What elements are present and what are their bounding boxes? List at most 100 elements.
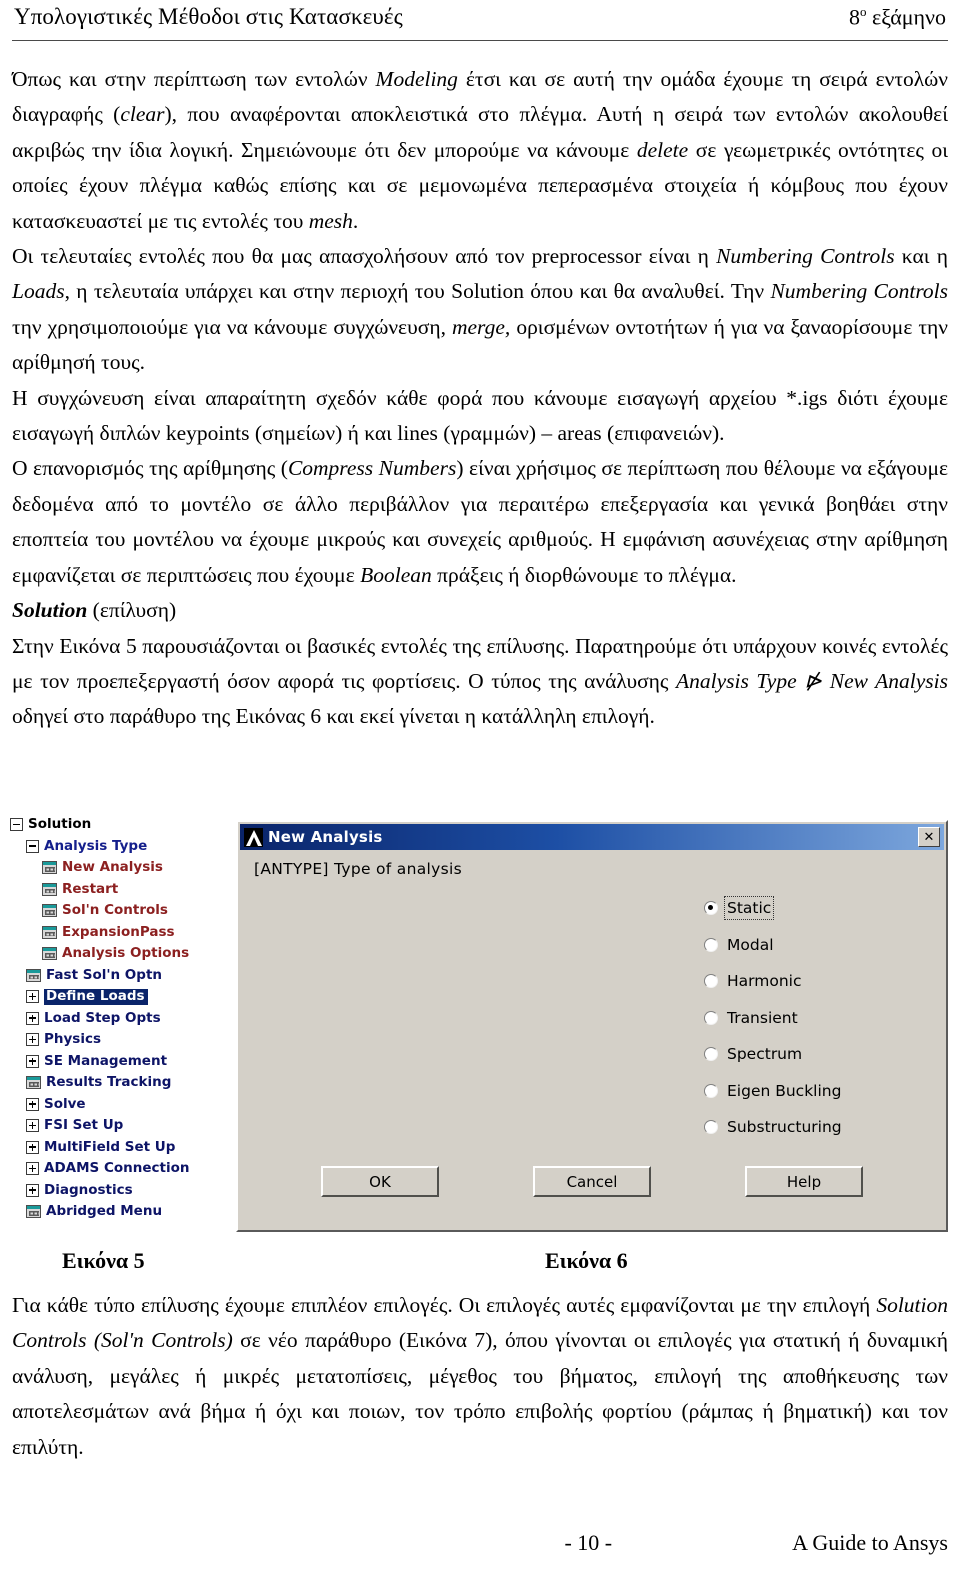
help-button[interactable]: Help <box>745 1166 863 1197</box>
dialog-title: New Analysis <box>268 828 383 846</box>
p4-term-boolean: Boolean <box>360 562 432 587</box>
expand-plus-icon[interactable] <box>26 1011 39 1025</box>
expand-plus-icon[interactable] <box>26 990 39 1004</box>
tree-item-label: Load Step Opts <box>44 1009 161 1026</box>
radio-label: Static <box>723 896 775 921</box>
expand-plus-icon[interactable] <box>26 1140 39 1154</box>
tree-item-label: ExpansionPass <box>62 923 175 940</box>
tree-item-fsi-set-up[interactable]: FSI Set Up <box>4 1115 229 1137</box>
tree-item-label: Solution <box>28 816 92 832</box>
tree-item-load-step-opts[interactable]: Load Step Opts <box>4 1008 229 1030</box>
tree-item-label: Fast Sol'n Optn <box>46 966 163 983</box>
collapse-minus-icon[interactable] <box>10 818 23 832</box>
header-semester-number: 8 <box>848 4 860 30</box>
figure-captions: Εικόνα 5 Εικόνα 6 <box>0 1248 960 1284</box>
p1-term-delete: delete <box>636 137 689 162</box>
tree-item-analysis-type[interactable]: Analysis Type <box>4 836 229 858</box>
menu-grid-icon <box>42 882 57 896</box>
tree-item-label: New Analysis <box>62 859 163 875</box>
radio-option-transient[interactable]: Transient <box>704 1000 934 1037</box>
radio-option-harmonic[interactable]: Harmonic <box>704 963 934 1000</box>
p1-seg-e: . <box>352 208 359 233</box>
footer-guide-title: A Guide to Ansys <box>792 1530 948 1555</box>
paragraph-6: Στην Εικόνα 5 παρουσιάζονται οι βασικές … <box>12 629 948 735</box>
menu-grid-icon <box>42 947 57 961</box>
radio-indicator[interactable] <box>704 1083 718 1098</box>
p2-seg-c: , η τελευταία υπάρχει και στην περιοχή τ… <box>64 279 771 304</box>
tree-item-new-analysis[interactable]: New Analysis <box>4 857 229 879</box>
heading-solution-gloss: (επίλυση) <box>87 598 177 623</box>
p1-seg-a: Όπως και στην περίπτωση των εντολών <box>12 67 376 91</box>
radio-label: Eigen Buckling <box>727 1081 842 1100</box>
radio-indicator[interactable] <box>704 901 718 916</box>
tree-item-restart[interactable]: Restart <box>4 879 229 901</box>
menu-grid-icon <box>26 968 41 982</box>
ok-button[interactable]: OK <box>321 1166 439 1197</box>
radio-indicator[interactable] <box>704 1047 718 1062</box>
p2-seg-b: και η <box>894 244 948 269</box>
radio-indicator[interactable] <box>704 974 718 989</box>
radio-label: Modal <box>727 935 774 954</box>
tree-item-label: Analysis Type <box>44 837 148 854</box>
expand-plus-icon[interactable] <box>26 1162 39 1176</box>
tree-item-adams-connection[interactable]: ADAMS Connection <box>4 1158 229 1180</box>
p4-seg-c: πράξεις ή διορθώνουμε το πλέγμα. <box>431 562 737 587</box>
tree-item-physics[interactable]: Physics <box>4 1029 229 1051</box>
paragraph-1: Όπως και στην περίπτωση των εντολών Mode… <box>12 62 948 239</box>
tree-item-label: Define Loads <box>44 988 148 1005</box>
tree-item-fast-soln-optn[interactable]: Fast Sol'n Optn <box>4 965 229 987</box>
heading-solution-term: Solution <box>12 598 88 623</box>
tree-item-analysis-options[interactable]: Analysis Options <box>4 943 229 965</box>
caption-figure-6: Εικόνα 6 <box>545 1248 628 1273</box>
tree-item-abridged-menu[interactable]: Abridged Menu <box>4 1201 229 1223</box>
expand-plus-icon[interactable] <box>26 1119 39 1133</box>
dialog-button-row: OK Cancel Help <box>238 1166 946 1197</box>
header-semester-word: εξάμηνο <box>866 4 946 30</box>
expand-plus-icon[interactable] <box>26 1183 39 1197</box>
cancel-button[interactable]: Cancel <box>533 1166 651 1197</box>
page-header: Υπολογιστικές Μέθοδοι στις Κατασκευές 8ο… <box>0 0 960 48</box>
p2-term-numbering-controls: Numbering Controls <box>716 244 895 269</box>
close-icon[interactable]: ✕ <box>918 827 940 847</box>
p4-term-compress-numbers: Compress Numbers <box>287 456 457 481</box>
tree-item-label: Diagnostics <box>44 1181 133 1198</box>
tree-item-multifield-set-up[interactable]: MultiField Set Up <box>4 1137 229 1159</box>
radio-option-spectrum[interactable]: Spectrum <box>704 1036 934 1073</box>
tree-item-solve[interactable]: Solve <box>4 1094 229 1116</box>
radio-option-substructuring[interactable]: Substructuring <box>704 1109 934 1146</box>
tree-item-soln-controls[interactable]: Sol'n Controls <box>4 900 229 922</box>
radio-option-eigen-buckling[interactable]: Eigen Buckling <box>704 1073 934 1110</box>
document-body-upper: Όπως και στην περίπτωση των εντολών Mode… <box>12 62 948 735</box>
tree-item-solution[interactable]: Solution <box>4 814 229 836</box>
ansys-logo-icon <box>244 827 263 847</box>
section-heading-solution: Solution (επίλυση) <box>12 593 948 628</box>
radio-indicator[interactable] <box>704 1010 718 1025</box>
paragraph-2: Οι τελευταίες εντολές που θα μας απασχολ… <box>12 239 948 381</box>
ansys-solution-tree[interactable]: Solution Analysis Type New Analysis Rest… <box>4 814 229 1223</box>
radio-indicator[interactable] <box>704 1120 718 1135</box>
tree-item-expansionpass[interactable]: ExpansionPass <box>4 922 229 944</box>
tree-item-label: Solve <box>44 1095 86 1112</box>
p2-term-loads: Loads <box>12 279 65 304</box>
tree-item-diagnostics[interactable]: Diagnostics <box>4 1180 229 1202</box>
radio-indicator[interactable] <box>704 937 718 952</box>
tree-item-label: ADAMS Connection <box>44 1160 190 1176</box>
menu-grid-icon <box>26 1076 41 1090</box>
menu-grid-icon <box>42 904 57 918</box>
p6-seg-c: οδηγεί στο παράθυρο της Εικόνας 6 και εκ… <box>12 704 655 729</box>
analysis-type-radio-group[interactable]: Static Modal Harmonic Transient Spectrum <box>704 890 934 1146</box>
tree-item-label: Results Tracking <box>46 1074 172 1090</box>
tree-item-results-tracking[interactable]: Results Tracking <box>4 1072 229 1094</box>
collapse-minus-icon[interactable] <box>26 839 39 853</box>
expand-plus-icon[interactable] <box>26 1033 39 1047</box>
dialog-titlebar[interactable]: New Analysis ✕ <box>240 824 944 850</box>
radio-label: Harmonic <box>727 972 802 991</box>
header-divider <box>12 40 948 41</box>
expand-plus-icon[interactable] <box>26 1097 39 1111</box>
tree-item-define-loads[interactable]: Define Loads <box>4 986 229 1008</box>
p6-term-analysis-type: Analysis Type <box>676 668 797 693</box>
radio-option-static[interactable]: Static <box>704 890 934 927</box>
radio-option-modal[interactable]: Modal <box>704 927 934 964</box>
tree-item-se-management[interactable]: SE Management <box>4 1051 229 1073</box>
expand-plus-icon[interactable] <box>26 1054 39 1068</box>
